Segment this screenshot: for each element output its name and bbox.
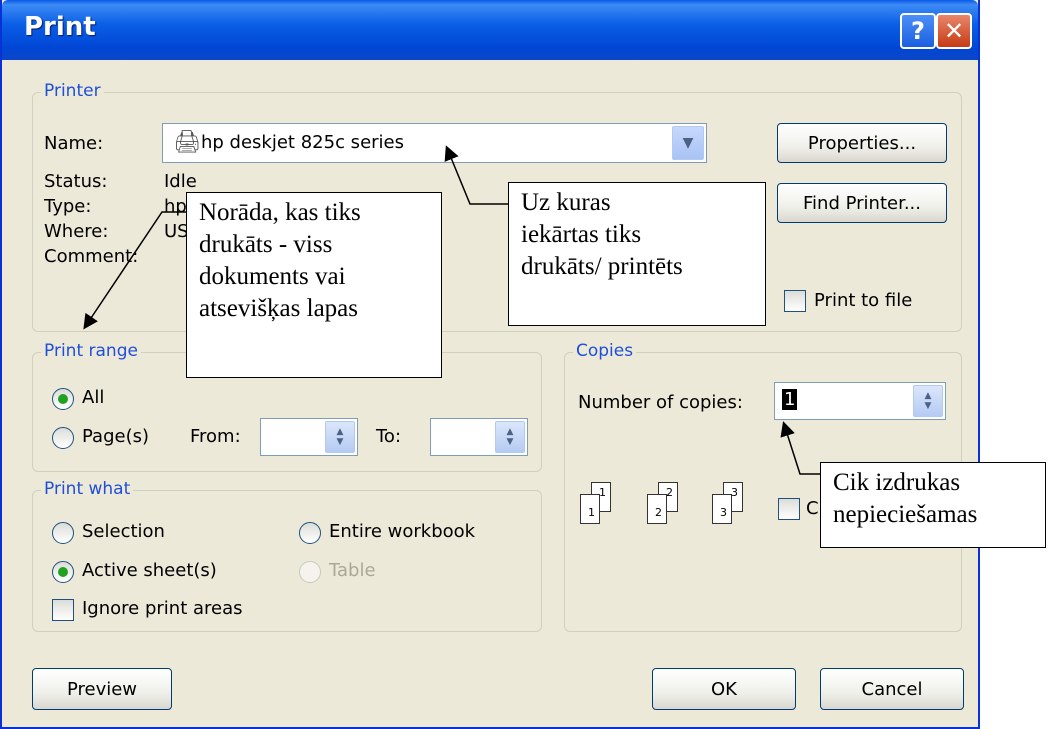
printer-arrow (444, 145, 508, 205)
print-range-arrow (83, 211, 186, 330)
callout-arrows (83, 145, 820, 475)
copies-arrow (780, 421, 820, 475)
